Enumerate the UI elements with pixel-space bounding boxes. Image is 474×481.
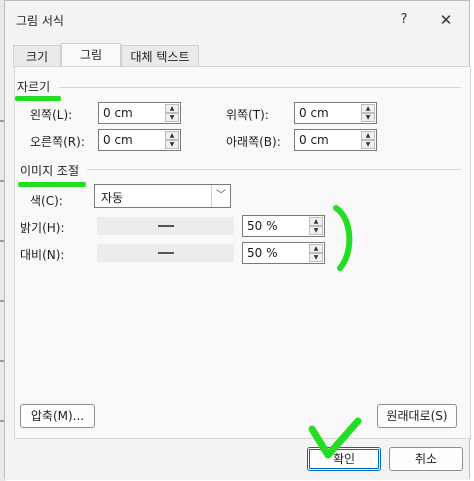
annotation-check-mark (308, 417, 362, 459)
color-label: 색(C): (30, 194, 63, 208)
brightness-label: 밝기(H): (20, 221, 65, 235)
color-dropdown[interactable]: 자동 ﹀ (94, 184, 231, 208)
contrast-slider[interactable] (97, 244, 234, 262)
spin-up-icon[interactable]: ▲ (309, 217, 323, 226)
spin-down-icon[interactable]: ▼ (165, 113, 179, 122)
crop-section-title: 자르기 (17, 80, 51, 94)
spinner-arrows: ▲ ▼ (309, 217, 323, 235)
spin-down-icon[interactable]: ▼ (165, 140, 179, 149)
annotation-highlight-image-adjust (18, 182, 86, 187)
spin-down-icon[interactable]: ▼ (309, 253, 323, 262)
brightness-slider[interactable] (97, 217, 234, 235)
spin-up-icon[interactable]: ▲ (361, 104, 375, 113)
dialog-footer: 확인 취소 (5, 439, 469, 480)
spinner-arrows: ▲ ▼ (165, 104, 179, 122)
reset-button[interactable]: 원래대로(S) (377, 404, 457, 428)
annotation-highlight-crop (15, 96, 61, 101)
picture-tab-panel: 자르기 왼쪽(L): 0 cm ▲ ▼ 위쪽(T): 0 cm ▲ ▼ 오른쪽(… (14, 66, 471, 439)
crop-left-spinner[interactable]: 0 cm ▲ ▼ (98, 102, 181, 124)
spin-down-icon[interactable]: ▼ (361, 140, 375, 149)
title-bar: 그림 서식 ? ✕ (5, 1, 469, 39)
spin-down-icon[interactable]: ▼ (309, 226, 323, 235)
crop-left-label: 왼쪽(L): (30, 108, 73, 122)
crop-right-spinner[interactable]: 0 cm ▲ ▼ (98, 129, 181, 151)
crop-top-label: 위쪽(T): (226, 108, 269, 122)
contrast-value: 50 % (247, 246, 278, 260)
brightness-slider-thumb[interactable] (158, 225, 174, 227)
crop-right-label: 오른쪽(R): (30, 135, 85, 149)
brightness-spinner[interactable]: 50 % ▲ ▼ (242, 215, 325, 237)
close-button[interactable]: ✕ (435, 10, 457, 30)
spinner-arrows: ▲ ▼ (165, 131, 179, 149)
compress-button[interactable]: 압축(M)... (20, 404, 95, 428)
crop-bottom-label: 아래쪽(B): (226, 135, 281, 149)
color-dropdown-value: 자동 (101, 191, 124, 205)
spinner-arrows: ▲ ▼ (361, 104, 375, 122)
spin-down-icon[interactable]: ▼ (361, 113, 375, 122)
spin-up-icon[interactable]: ▲ (165, 104, 179, 113)
spin-up-icon[interactable]: ▲ (361, 131, 375, 140)
help-button[interactable]: ? (393, 10, 415, 30)
tab-picture[interactable]: 그림 (61, 43, 121, 67)
crop-top-spinner[interactable]: 0 cm ▲ ▼ (294, 102, 377, 124)
contrast-label: 대비(N): (20, 248, 65, 262)
image-adjust-section-title: 이미지 조절 (20, 164, 80, 178)
crop-left-value: 0 cm (103, 106, 133, 120)
tab-size[interactable]: 크기 (13, 45, 61, 67)
brightness-value: 50 % (247, 219, 278, 233)
crop-bottom-value: 0 cm (299, 133, 329, 147)
spin-up-icon[interactable]: ▲ (165, 131, 179, 140)
annotation-bracket-mark (333, 205, 353, 271)
crop-top-value: 0 cm (299, 106, 329, 120)
crop-section-divider (59, 87, 461, 88)
tab-alt-text[interactable]: 대체 텍스트 (121, 45, 199, 67)
contrast-slider-thumb[interactable] (158, 252, 174, 254)
crop-right-value: 0 cm (103, 133, 133, 147)
crop-bottom-spinner[interactable]: 0 cm ▲ ▼ (294, 129, 377, 151)
format-picture-dialog: 그림 서식 ? ✕ 크기 그림 대체 텍스트 자르기 왼쪽(L): 0 cm ▲… (4, 0, 471, 480)
chevron-down-icon[interactable]: ﹀ (211, 185, 230, 207)
spinner-arrows: ▲ ▼ (309, 244, 323, 262)
spin-up-icon[interactable]: ▲ (309, 244, 323, 253)
cancel-button[interactable]: 취소 (389, 447, 463, 471)
image-adjust-section-divider (87, 169, 461, 170)
contrast-spinner[interactable]: 50 % ▲ ▼ (242, 242, 325, 264)
spinner-arrows: ▲ ▼ (361, 131, 375, 149)
dialog-title: 그림 서식 (16, 14, 64, 28)
